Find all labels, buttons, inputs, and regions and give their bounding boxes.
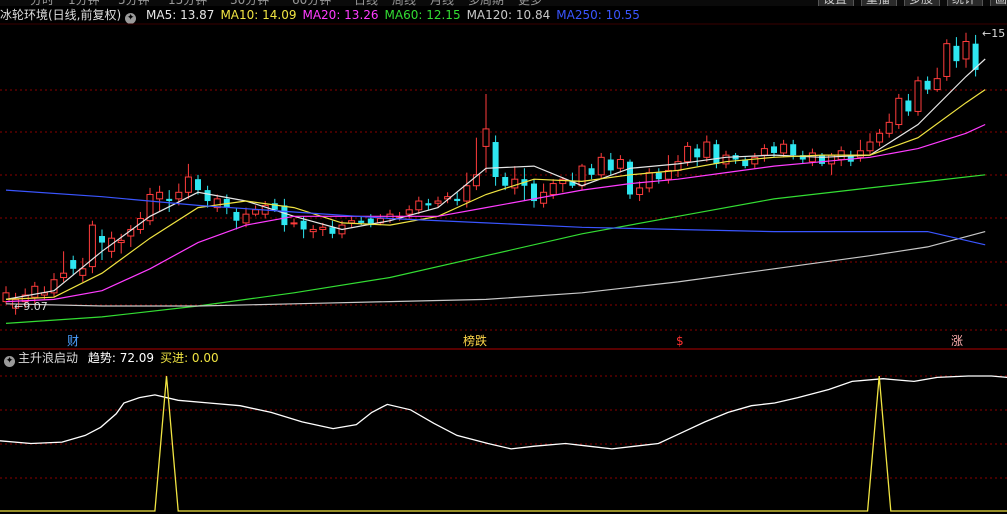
candle-body xyxy=(780,143,788,154)
candle-body xyxy=(933,78,941,91)
candle-body xyxy=(866,141,874,152)
candle-body xyxy=(70,260,77,269)
candle-body xyxy=(962,40,970,60)
candle-body xyxy=(694,148,701,158)
candle-body xyxy=(924,80,931,90)
candle-body xyxy=(943,43,951,77)
candle-body xyxy=(242,213,250,224)
candle-body xyxy=(358,220,365,223)
candle-body xyxy=(713,144,720,164)
candle-body xyxy=(166,198,173,202)
event-tag-list[interactable]: 榜跌 xyxy=(463,334,487,348)
candle-body xyxy=(914,80,922,112)
candle-body xyxy=(309,228,317,233)
candle-body xyxy=(953,45,960,62)
candle-body xyxy=(895,97,903,126)
event-tag-dollar[interactable]: $ xyxy=(676,334,684,348)
candle-body xyxy=(60,272,68,279)
kline-chart[interactable] xyxy=(0,0,1007,514)
candle-body xyxy=(790,144,797,156)
candle-body xyxy=(607,159,614,171)
candle-body xyxy=(627,161,633,195)
candle-body xyxy=(645,172,653,189)
candle-body xyxy=(2,292,10,303)
candle-body xyxy=(348,220,356,224)
candle-body xyxy=(771,146,777,153)
candle-body xyxy=(876,132,884,143)
candle-body xyxy=(482,128,490,147)
candle-body xyxy=(597,156,605,176)
candle-body xyxy=(616,159,624,169)
candle-body xyxy=(549,183,557,195)
candle-body xyxy=(885,121,893,134)
candle-body xyxy=(156,191,164,200)
candle-body xyxy=(415,200,423,211)
event-tag-rise[interactable]: 涨 xyxy=(951,334,963,348)
candle-body xyxy=(329,227,336,234)
candle-body xyxy=(588,168,595,175)
candle-body xyxy=(31,285,39,298)
candle-body xyxy=(99,236,105,243)
high-price-value: 15 xyxy=(991,27,1006,40)
candle-body xyxy=(290,222,298,225)
candle-body xyxy=(856,150,864,158)
candle-body xyxy=(434,200,442,204)
trend-line xyxy=(0,375,1007,450)
candle-body xyxy=(300,220,307,230)
candle-body xyxy=(405,209,413,215)
candle-body xyxy=(425,203,432,206)
ma-line-ma120 xyxy=(5,231,986,307)
candle-body xyxy=(684,145,692,163)
candle-body xyxy=(636,187,644,195)
candle-body xyxy=(233,211,240,221)
low-price-label: ←9.07 xyxy=(14,300,48,313)
candle-body xyxy=(204,190,211,202)
candle-body xyxy=(502,177,509,186)
candle-body xyxy=(819,155,825,164)
candle-body xyxy=(117,239,125,244)
candle-body xyxy=(281,205,288,226)
event-tag-finance[interactable]: 财 xyxy=(67,334,79,348)
high-price-label: ←15 xyxy=(982,27,1006,40)
candle-body xyxy=(492,142,499,177)
candle-body xyxy=(655,172,662,180)
candle-body xyxy=(905,100,912,112)
candle-body xyxy=(184,176,192,193)
candle-body xyxy=(463,185,471,202)
candle-body xyxy=(578,165,586,187)
low-price-value: 9.07 xyxy=(23,300,48,313)
candle-body xyxy=(454,198,461,202)
candle-body xyxy=(703,141,711,158)
candle-body xyxy=(760,148,768,156)
candle-body xyxy=(319,226,327,230)
candle-body xyxy=(252,209,260,215)
candle-body xyxy=(175,191,183,200)
candle-body xyxy=(79,268,87,276)
candle-body xyxy=(195,179,201,191)
